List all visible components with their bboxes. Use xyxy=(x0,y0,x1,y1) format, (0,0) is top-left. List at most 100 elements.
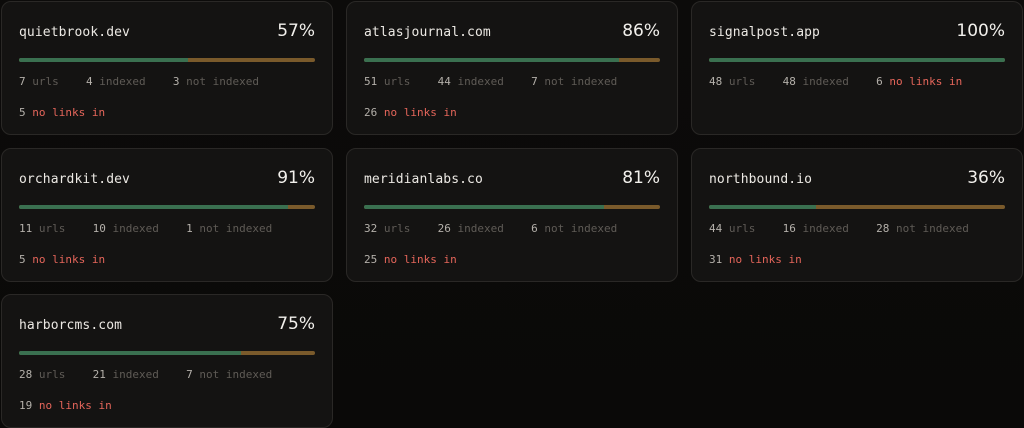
urls-label: urls xyxy=(383,222,411,235)
site-card-meridianlabs[interactable]: meridianlabs.co 81% 32 urls 26 indexed 6… xyxy=(346,148,678,282)
no-links-count: 26 xyxy=(364,106,378,119)
site-card-northbound[interactable]: northbound.io 36% 44 urls 16 indexed 28 … xyxy=(691,148,1023,282)
not-indexed-label: not indexed xyxy=(895,222,969,235)
not-indexed-label: not indexed xyxy=(544,75,618,88)
index-percent: 91% xyxy=(277,168,315,188)
site-name: orchardkit.dev xyxy=(19,172,130,187)
indexed-label: indexed xyxy=(457,222,504,235)
no-links-label: no links in xyxy=(383,253,457,266)
url-stats: 28 urls 21 indexed 7 not indexed xyxy=(19,368,272,381)
indexed-label: indexed xyxy=(112,368,159,381)
urls-label: urls xyxy=(38,222,66,235)
orphan-stats: 19 no links in xyxy=(19,399,112,412)
indexed-count: 26 xyxy=(437,222,451,235)
site-card-quietbrook[interactable]: quietbrook.dev 57% 7 urls 4 indexed 3 no… xyxy=(1,1,333,135)
no-links-count: 25 xyxy=(364,253,378,266)
site-name: signalpost.app xyxy=(709,25,820,40)
site-name: quietbrook.dev xyxy=(19,25,130,40)
indexed-count: 4 xyxy=(86,75,93,88)
site-name: meridianlabs.co xyxy=(364,172,483,187)
site-card-grid: quietbrook.dev 57% 7 urls 4 indexed 3 no… xyxy=(0,0,1024,428)
indexed-label: indexed xyxy=(99,75,146,88)
urls-label: urls xyxy=(383,75,411,88)
not-indexed-label: not indexed xyxy=(186,75,259,88)
not-indexed-label: not indexed xyxy=(544,222,618,235)
indexed-fill xyxy=(19,58,188,62)
indexed-count: 21 xyxy=(92,368,106,381)
orphan-stats: 25 no links in xyxy=(364,253,457,266)
not-indexed-count: 3 xyxy=(172,75,180,88)
urls-count: 32 xyxy=(364,222,378,235)
site-name: harborcms.com xyxy=(19,318,123,333)
site-card-orchardkit[interactable]: orchardkit.dev 91% 11 urls 10 indexed 1 … xyxy=(1,148,333,282)
no-links-label: no links in xyxy=(38,399,112,412)
not-indexed-label: not indexed xyxy=(199,222,273,235)
url-stats: 51 urls 44 indexed 7 not indexed xyxy=(364,75,617,88)
url-stats: 11 urls 10 indexed 1 not indexed xyxy=(19,222,272,235)
index-progress-bar xyxy=(709,205,1005,209)
indexed-fill xyxy=(709,58,1005,62)
indexed-fill xyxy=(19,351,241,355)
no-links-label: no links in xyxy=(32,253,106,266)
no-links-label: no links in xyxy=(889,75,963,88)
urls-count: 51 xyxy=(364,75,378,88)
index-percent: 81% xyxy=(622,168,660,188)
index-percent: 36% xyxy=(967,168,1005,188)
site-name: northbound.io xyxy=(709,172,813,187)
urls-label: urls xyxy=(728,222,756,235)
urls-count: 11 xyxy=(19,222,33,235)
index-percent: 57% xyxy=(277,21,315,41)
index-progress-bar xyxy=(19,351,315,355)
no-links-count: 5 xyxy=(19,253,26,266)
index-percent: 86% xyxy=(622,21,660,41)
site-card-atlasjournal[interactable]: atlasjournal.com 86% 51 urls 44 indexed … xyxy=(346,1,678,135)
urls-count: 28 xyxy=(19,368,33,381)
indexed-label: indexed xyxy=(802,222,849,235)
index-percent: 75% xyxy=(277,314,315,334)
url-stats: 7 urls 4 indexed 3 not indexed xyxy=(19,75,259,88)
not-indexed-count: 1 xyxy=(186,222,193,235)
indexed-fill xyxy=(364,58,619,62)
not-indexed-count: 7 xyxy=(186,368,193,381)
no-links-count: 31 xyxy=(709,253,723,266)
not-indexed-count: 28 xyxy=(876,222,890,235)
index-progress-bar xyxy=(364,58,660,62)
indexed-count: 44 xyxy=(437,75,451,88)
indexed-fill xyxy=(19,205,289,209)
site-name: atlasjournal.com xyxy=(364,25,491,40)
orphan-stats: 5 no links in xyxy=(19,253,105,266)
not-indexed-label: not indexed xyxy=(199,368,273,381)
no-links-count: 19 xyxy=(19,399,33,412)
urls-label: urls xyxy=(38,368,66,381)
indexed-count: 16 xyxy=(782,222,796,235)
url-stats: 32 urls 26 indexed 6 not indexed xyxy=(364,222,617,235)
no-links-label: no links in xyxy=(383,106,457,119)
not-indexed-count: 7 xyxy=(531,75,538,88)
indexed-label: indexed xyxy=(457,75,504,88)
indexed-fill xyxy=(364,205,604,209)
urls-count: 44 xyxy=(709,222,723,235)
indexed-label: indexed xyxy=(802,75,849,88)
indexed-fill xyxy=(709,205,816,209)
no-links-count: 6 xyxy=(876,75,883,88)
orphan-stats: 5 no links in xyxy=(19,106,105,119)
url-stats: 48 urls 48 indexed 6 no links in xyxy=(709,75,962,88)
indexed-label: indexed xyxy=(112,222,159,235)
orphan-stats: 31 no links in xyxy=(709,253,802,266)
index-progress-bar xyxy=(19,58,315,62)
urls-count: 48 xyxy=(709,75,723,88)
no-links-label: no links in xyxy=(728,253,802,266)
site-card-signalpost[interactable]: signalpost.app 100% 48 urls 48 indexed 6… xyxy=(691,1,1023,135)
no-links-count: 5 xyxy=(19,106,26,119)
site-card-harborcms[interactable]: harborcms.com 75% 28 urls 21 indexed 7 n… xyxy=(1,294,333,428)
orphan-stats: 26 no links in xyxy=(364,106,457,119)
urls-label: urls xyxy=(32,75,59,88)
index-progress-bar xyxy=(709,58,1005,62)
indexed-count: 48 xyxy=(782,75,796,88)
index-percent: 100% xyxy=(956,21,1005,41)
indexed-count: 10 xyxy=(92,222,106,235)
no-links-label: no links in xyxy=(32,106,106,119)
url-stats: 44 urls 16 indexed 28 not indexed xyxy=(709,222,969,235)
index-progress-bar xyxy=(364,205,660,209)
index-progress-bar xyxy=(19,205,315,209)
